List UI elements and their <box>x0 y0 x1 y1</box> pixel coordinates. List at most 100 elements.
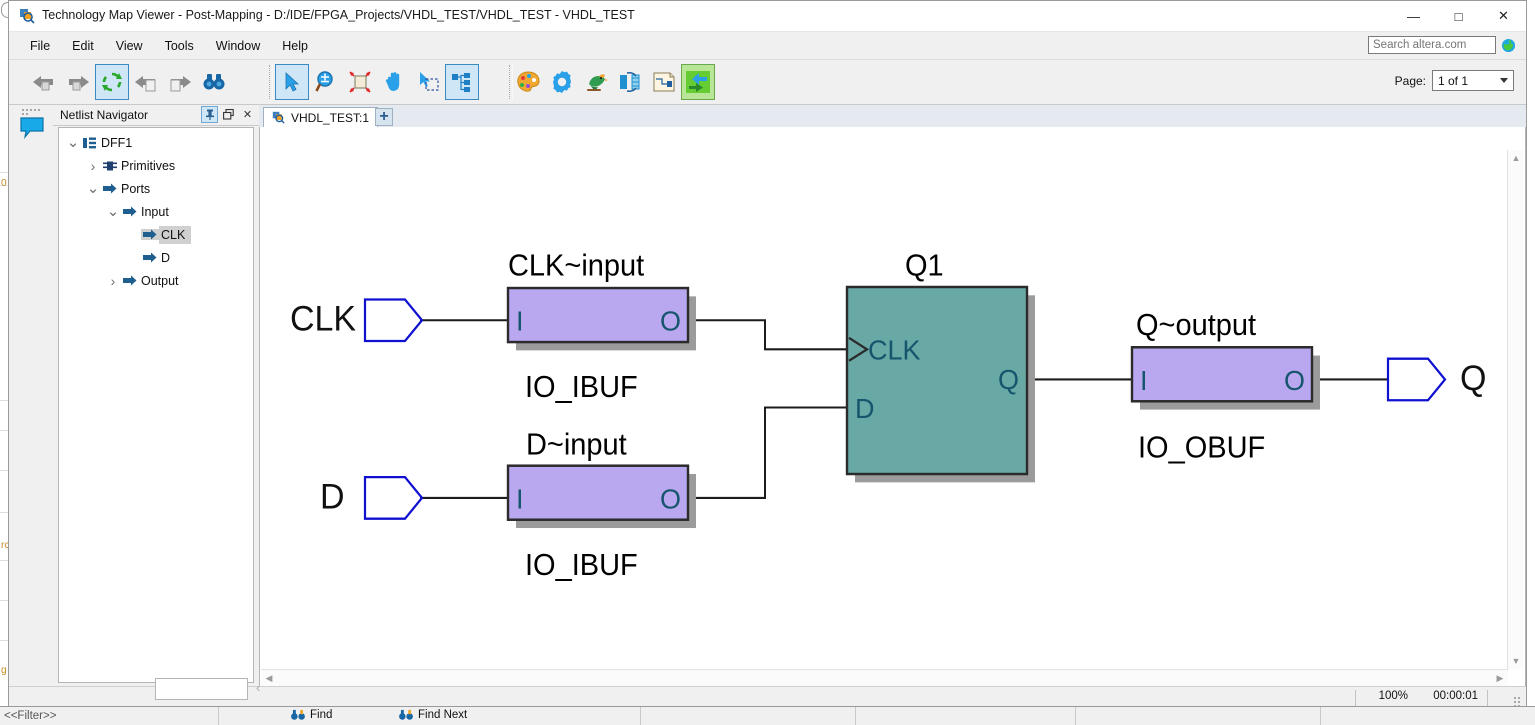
menu-item-window[interactable]: Window <box>205 36 271 56</box>
close-button[interactable]: ✕ <box>1481 1 1526 31</box>
search-input[interactable] <box>1368 36 1496 54</box>
tree-item-output[interactable]: › Output <box>59 269 253 292</box>
panel-buttons: ✕ <box>201 106 256 123</box>
new-tab-button[interactable]: + <box>375 108 393 126</box>
block-subtitle-io-ibuf: IO_IBUF <box>525 548 638 582</box>
panel-header: Netlist Navigator ✕ <box>53 105 259 126</box>
zoom-tool-button[interactable] <box>309 64 343 100</box>
tree-item-ports[interactable]: ⌄ Ports <box>59 177 253 200</box>
inputs-outputs-button[interactable] <box>681 64 715 100</box>
maximize-button[interactable]: □ <box>1436 1 1481 31</box>
minimize-button[interactable]: — <box>1391 1 1436 31</box>
port-symbol-q[interactable] <box>1386 357 1447 402</box>
globe-icon[interactable] <box>1501 38 1516 53</box>
color-settings-button[interactable] <box>511 64 545 100</box>
main-window: Technology Map Viewer - Post-Mapping - D… <box>8 0 1527 710</box>
back-button[interactable] <box>27 64 61 100</box>
previous-page-button[interactable] <box>129 64 163 100</box>
resize-grip[interactable] <box>1513 696 1523 707</box>
find-binoculars-icon <box>291 709 305 720</box>
menu-item-file[interactable]: File <box>19 36 61 56</box>
rubber-band-select-button[interactable] <box>411 64 445 100</box>
tab-label: VHDL_TEST:1 <box>291 110 370 125</box>
port-icon <box>101 183 119 194</box>
pan-tool-button[interactable] <box>377 64 411 100</box>
filter-input[interactable]: <<Filter>> <box>4 710 56 722</box>
canvas-vertical-scrollbar[interactable]: ▲ ▼ <box>1507 150 1524 669</box>
menu-item-view[interactable]: View <box>105 36 154 56</box>
tree-item-primitives[interactable]: › Primitives <box>59 154 253 177</box>
block-subtitle-io-ibuf: IO_IBUF <box>525 371 638 405</box>
port-symbol-d[interactable] <box>363 475 424 520</box>
next-page-icon <box>170 76 191 92</box>
netlist-tree[interactable]: ⌄ DFF1 › Primitives ⌄ Ports ⌄ Input CLK D › Output <box>58 127 254 683</box>
window-controls: — □ ✕ <box>1391 1 1526 31</box>
tree-item-dff1[interactable]: ⌄ DFF1 <box>59 131 253 154</box>
tree-item-input[interactable]: ⌄ Input <box>59 200 253 223</box>
window-title: Technology Map Viewer - Post-Mapping - D… <box>42 8 635 22</box>
schematic-diagram: CLK D CLK~input I O IO_IBUF D~input I O … <box>290 249 1486 582</box>
technology-map-viewer-window: 0 rc g Technology Map Viewer - Post-Mapp… <box>0 0 1535 725</box>
find-next-button-bottom[interactable]: Find Next <box>398 709 467 721</box>
forward-icon <box>69 76 89 91</box>
port-symbol-clk[interactable] <box>363 298 424 343</box>
chevron-down-icon[interactable]: ⌄ <box>65 135 81 150</box>
hierarchy-view-button[interactable] <box>445 64 479 100</box>
close-panel-button[interactable]: ✕ <box>239 106 256 123</box>
color-palette-icon <box>517 71 540 92</box>
port-label-clk: CLK <box>290 300 356 339</box>
select-tool-button[interactable] <box>275 64 309 100</box>
refresh-button[interactable] <box>95 64 129 100</box>
next-page-button[interactable] <box>163 64 197 100</box>
tree-item-label: Primitives <box>121 158 176 173</box>
scroll-right-icon[interactable]: ▶ <box>1492 670 1508 686</box>
tree-item-label: CLK <box>159 225 192 244</box>
scroll-left-icon[interactable]: ◀ <box>261 670 277 686</box>
fit-in-window-button[interactable] <box>343 64 377 100</box>
scroll-down-icon[interactable]: ▼ <box>1508 653 1524 669</box>
rubber-band-select-icon <box>420 72 439 91</box>
chevron-down-icon[interactable]: ⌄ <box>85 181 101 196</box>
tree-item-clk[interactable]: CLK <box>59 223 253 246</box>
chevron-down-icon[interactable]: ⌄ <box>105 204 121 219</box>
chevron-down-icon <box>1500 78 1508 83</box>
tab-vhdl-test[interactable]: VHDL_TEST:1 <box>263 107 379 127</box>
page-dropdown[interactable]: 1 of 1 <box>1432 70 1514 91</box>
pin-icon <box>205 109 214 120</box>
block-d-input-buffer[interactable]: D~input I O IO_IBUF <box>506 428 696 582</box>
rotate-object-button[interactable] <box>613 64 647 100</box>
menu-item-help[interactable]: Help <box>271 36 319 56</box>
netlist-navigator-panel: Netlist Navigator ✕ ⌄ DFF1 › Primitives … <box>53 105 259 688</box>
pin-label-i: I <box>516 483 524 515</box>
find-button[interactable] <box>197 64 231 100</box>
forward-button[interactable] <box>61 64 95 100</box>
rail-grip[interactable] <box>21 108 43 115</box>
menu-item-tools[interactable]: Tools <box>154 36 205 56</box>
message-bubble-icon[interactable] <box>18 115 46 139</box>
previous-page-icon <box>135 76 156 92</box>
block-q-output-buffer[interactable]: Q~output I O IO_OBUF <box>1130 308 1320 465</box>
schematic-doc-button[interactable] <box>647 64 681 100</box>
canvas-horizontal-scrollbar[interactable]: ◀ ▶ <box>261 669 1508 686</box>
settings-button[interactable] <box>545 64 579 100</box>
menu-item-edit[interactable]: Edit <box>61 36 105 56</box>
menu-item-list: File Edit View Tools Window Help <box>19 32 319 59</box>
port-icon <box>121 206 139 217</box>
block-clk-input-buffer[interactable]: CLK~input I O IO_IBUF <box>506 249 696 405</box>
hierarchy-tree-icon <box>452 73 470 92</box>
block-title-clk-input: CLK~input <box>508 249 644 283</box>
chevron-right-icon[interactable]: › <box>85 158 101 174</box>
chip-planner-button[interactable] <box>579 64 613 100</box>
block-q1-flipflop[interactable]: Q1 CLK D Q <box>845 249 1035 483</box>
find-button-bottom[interactable]: Find <box>290 709 332 721</box>
port-label-q: Q <box>1460 359 1486 398</box>
tree-item-d[interactable]: D <box>59 246 253 269</box>
panel-title: Netlist Navigator <box>60 108 149 122</box>
schematic-canvas[interactable]: CLK D CLK~input I O IO_IBUF D~input I O … <box>259 127 1526 688</box>
scroll-up-icon[interactable]: ▲ <box>1508 150 1524 166</box>
left-icon-rail <box>9 105 54 688</box>
wire-clk-ibuf-to-ff <box>690 319 855 351</box>
pin-panel-button[interactable] <box>201 106 218 123</box>
float-panel-button[interactable] <box>220 106 237 123</box>
chevron-right-icon[interactable]: › <box>105 273 121 289</box>
